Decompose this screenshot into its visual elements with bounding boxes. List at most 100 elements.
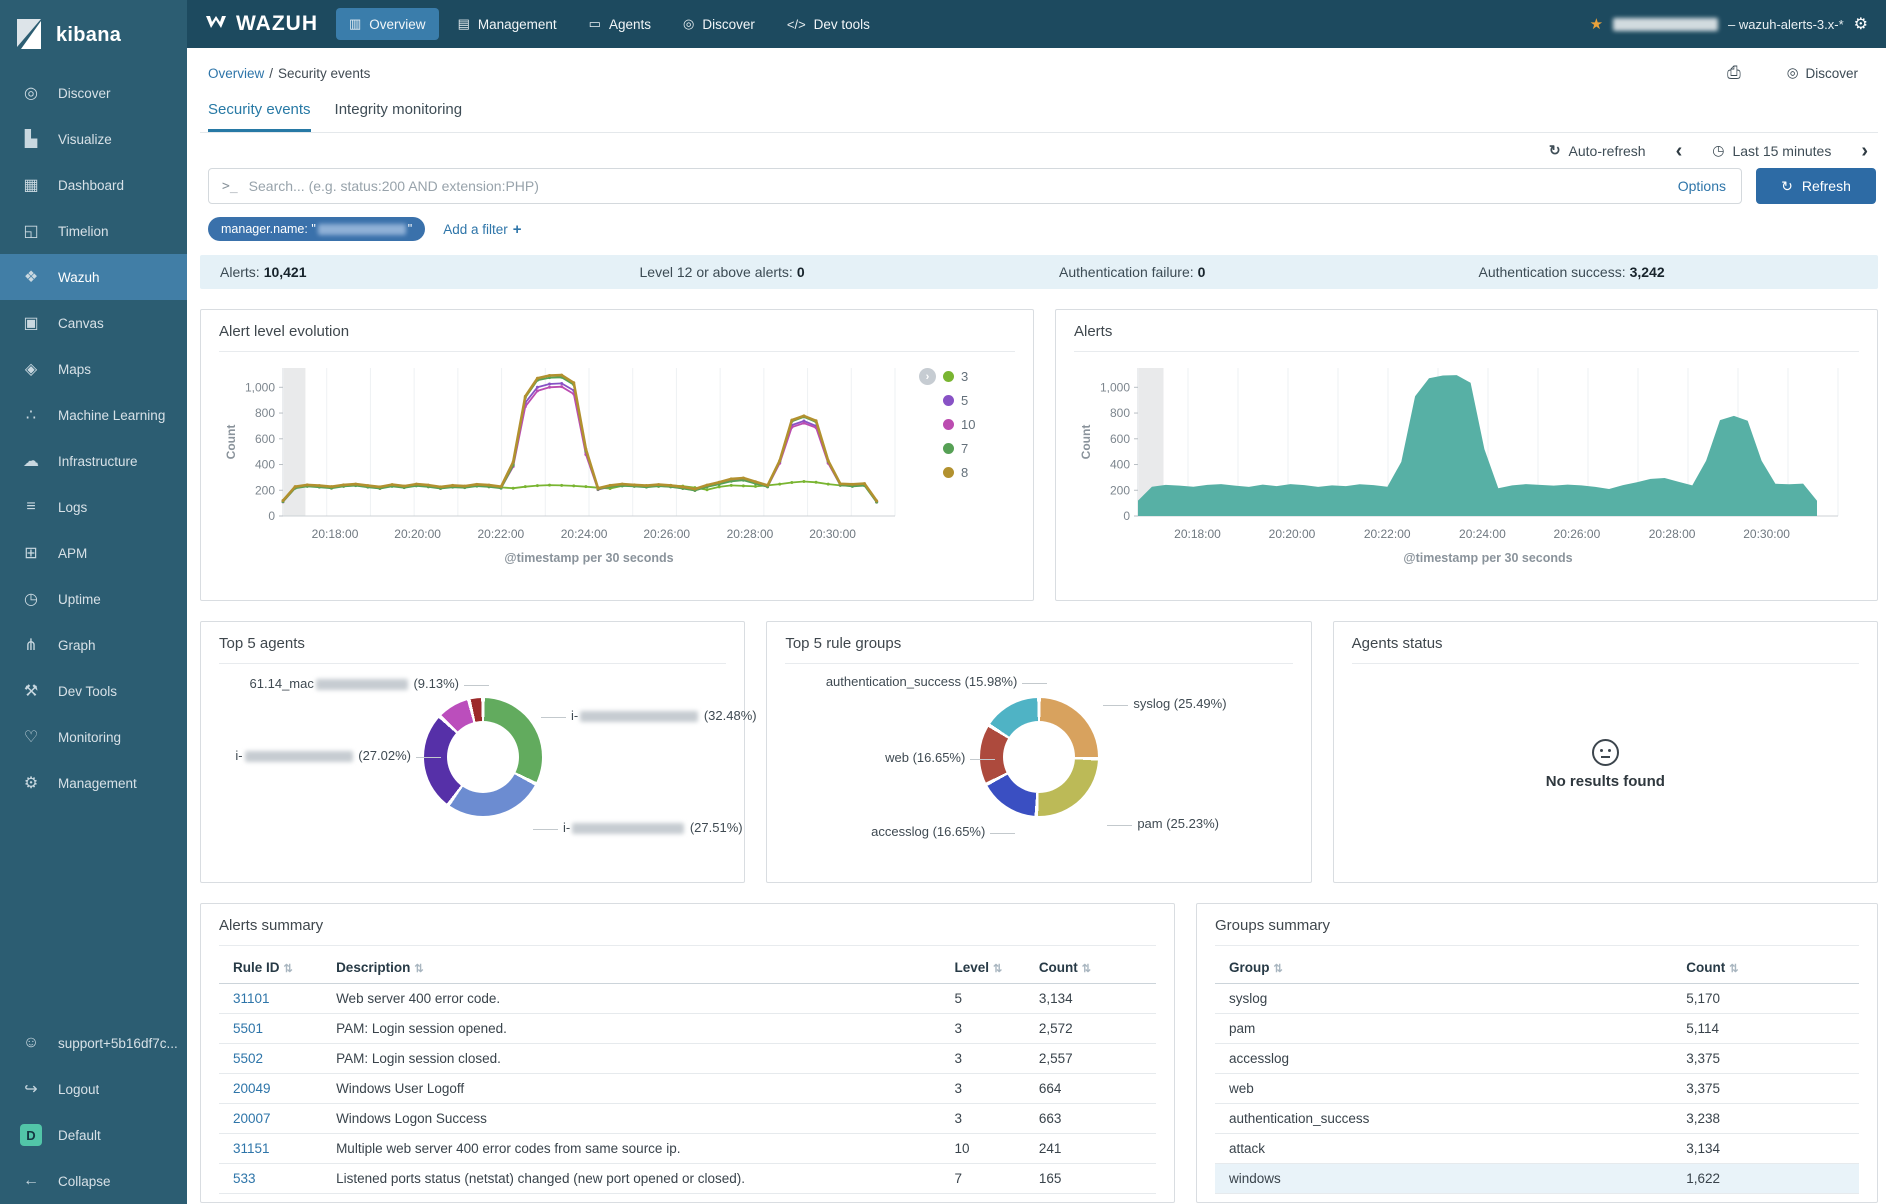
topbar-nav: ▥Overview▤Management▭Agents◎Discover</>D… [336,8,889,40]
groups-summary-title: Groups summary [1215,904,1859,946]
sidebar-item-wazuh[interactable]: ❖Wazuh [0,254,187,300]
alert-level-evolution-chart: 02004006008001,000Count20:18:0020:20:002… [219,356,1015,572]
sidebar-item-canvas[interactable]: ▣Canvas [0,300,187,346]
app: kibana ◎Discover▙Visualize▦Dashboard◱Tim… [0,0,1886,1204]
legend-item-10[interactable]: 10 [943,417,1007,432]
svg-text:20:30:00: 20:30:00 [809,527,856,541]
rule-id-link[interactable]: 20007 [219,1104,322,1134]
svg-text:20:18:00: 20:18:00 [1174,527,1221,541]
column-header-level[interactable]: Level⇅ [940,952,1024,984]
rule-id-link[interactable]: 20049 [219,1074,322,1104]
rule-id-link[interactable]: 533 [219,1164,322,1194]
stat-authentication-failure: Authentication failure:0 [1039,264,1459,280]
stat-alerts: Alerts:10,421 [200,264,620,280]
time-range-button[interactable]: ◷ Last 15 minutes [1712,142,1831,159]
legend-item-3[interactable]: 3 [943,369,968,384]
search-input[interactable] [249,178,1667,194]
top5-rule-groups-donut[interactable]: syslog (25.49%)pam (25.23%)accesslog (16… [785,670,1292,875]
table-cell: 3,238 [1672,1104,1859,1134]
time-forward-chevron-icon[interactable]: › [1861,144,1868,158]
sidebar-item-monitoring[interactable]: ♡Monitoring [0,714,187,760]
refresh-button[interactable]: ↻ Refresh [1756,168,1876,204]
sidebar-item-management[interactable]: ⚙Management [0,760,187,806]
auto-refresh-button[interactable]: ↻ Auto-refresh [1549,142,1646,159]
rule-id-link[interactable]: 31151 [219,1134,322,1164]
table-header-row: Group⇅Count⇅ [1215,952,1859,984]
sidebar-item-uptime[interactable]: ◷Uptime [0,576,187,622]
tab-security-events[interactable]: Security events [208,101,311,132]
sidebar-item-apm[interactable]: ⊞APM [0,530,187,576]
tab-integrity-monitoring[interactable]: Integrity monitoring [335,101,463,132]
rule-id-link[interactable]: 5501 [219,1014,322,1044]
table-cell: 1,622 [1672,1164,1859,1194]
agents-donut-ring[interactable] [424,698,542,816]
sidebar-footer-default[interactable]: DDefault [0,1112,187,1158]
column-header-group[interactable]: Group⇅ [1215,952,1672,984]
legend-expand-chevron-icon[interactable]: › [919,368,936,385]
query-bar: >_ Options [208,168,1742,204]
donut-label-authentication-success-15-98: authentication_success (15.98%) [785,674,1017,689]
legend-item-7[interactable]: 7 [943,441,1007,456]
sidebar-footer-collapse[interactable]: ←Collapse [0,1158,187,1204]
groups-summary-table: Group⇅Count⇅syslog5,170pam5,114accesslog… [1215,952,1859,1194]
column-header-count[interactable]: Count⇅ [1025,952,1156,984]
filter-pill[interactable]: manager.name: " " [208,217,425,241]
clock-icon: ◷ [1712,142,1724,159]
sidebar-item-visualize[interactable]: ▙Visualize [0,116,187,162]
svg-text:20:28:00: 20:28:00 [1649,527,1696,541]
timelion-icon: ◱ [20,221,42,241]
topnav-management[interactable]: ▤Management [445,8,570,40]
kibana-logo[interactable]: kibana [0,0,187,70]
table-row: 20049Windows User Logoff3664 [219,1074,1156,1104]
table-cell: Multiple web server 400 error codes from… [322,1134,940,1164]
legend-item-5[interactable]: 5 [943,393,1007,408]
column-header-rule-id[interactable]: Rule ID⇅ [219,952,322,984]
sidebar-item-label: Uptime [58,592,101,607]
table-cell: 3,375 [1672,1074,1859,1104]
donut-label-prefix: i- [563,820,570,835]
svg-text:0: 0 [1123,509,1130,523]
topnav-discover[interactable]: ◎Discover [670,8,768,40]
sidebar-item-timelion[interactable]: ◱Timelion [0,208,187,254]
alerts-card: Alerts 02004006008001,000Count20:18:0020… [1055,309,1878,601]
wazuh-brand[interactable]: WAZUH [205,12,318,36]
topnav-dev-tools[interactable]: </>Dev tools [774,9,883,40]
column-header-count[interactable]: Count⇅ [1672,952,1859,984]
star-icon[interactable]: ★ [1590,15,1603,33]
sidebar-item-dev-tools[interactable]: ⚒Dev Tools [0,668,187,714]
options-link[interactable]: Options [1678,178,1728,194]
top5-rule-groups-card: Top 5 rule groups syslog (25.49%)pam (25… [766,621,1311,883]
sidebar-footer-logout[interactable]: ↪Logout [0,1066,187,1112]
sidebar-item-discover[interactable]: ◎Discover [0,70,187,116]
sidebar-item-infrastructure[interactable]: ☁Infrastructure [0,438,187,484]
index-pattern-label[interactable]: – wazuh-alerts-3.x-* [1728,17,1844,32]
time-back-chevron-icon[interactable]: ‹ [1676,144,1683,158]
svg-text:20:22:00: 20:22:00 [478,527,525,541]
time-range-label: Last 15 minutes [1732,143,1831,159]
sidebar-footer-support-5b16df7c[interactable]: ☺support+5b16df7c... [0,1020,187,1066]
gear-icon[interactable]: ⚙ [1854,14,1868,34]
legend-item-8[interactable]: 8 [943,465,1007,480]
rule-id-link[interactable]: 5502 [219,1044,322,1074]
topnav-label: Discover [702,17,755,32]
discover-shortcut[interactable]: ◎ Discover [1787,65,1858,81]
rule-id-link[interactable]: 31101 [219,984,322,1014]
sidebar-item-maps[interactable]: ◈Maps [0,346,187,392]
print-icon[interactable]: ⎙ [1727,63,1741,83]
column-header-description[interactable]: Description⇅ [322,952,940,984]
top5-agents-donut[interactable]: i- (32.48%)i- (27.51%)i- (27.02%)61.14_m… [219,670,726,875]
topnav-agents[interactable]: ▭Agents [576,8,664,40]
sidebar-item-label: Wazuh [58,270,100,285]
sidebar-item-label: Management [58,776,137,791]
add-filter-button[interactable]: Add a filter + [443,221,521,238]
sidebar-item-logs[interactable]: ≡Logs [0,484,187,530]
area-chart[interactable]: 02004006008001,000Count20:18:0020:20:002… [1074,356,1859,572]
sidebar-item-dashboard[interactable]: ▦Dashboard [0,162,187,208]
rule-groups-donut-ring[interactable] [980,698,1098,816]
sidebar-item-machine-learning[interactable]: ∴Machine Learning [0,392,187,438]
redacted-index-prefix [1613,18,1718,31]
line-chart[interactable]: 02004006008001,000Count20:18:0020:20:002… [219,356,919,572]
sidebar-item-graph[interactable]: ⋔Graph [0,622,187,668]
breadcrumb-overview-link[interactable]: Overview [208,66,264,81]
topnav-overview[interactable]: ▥Overview [336,8,439,40]
